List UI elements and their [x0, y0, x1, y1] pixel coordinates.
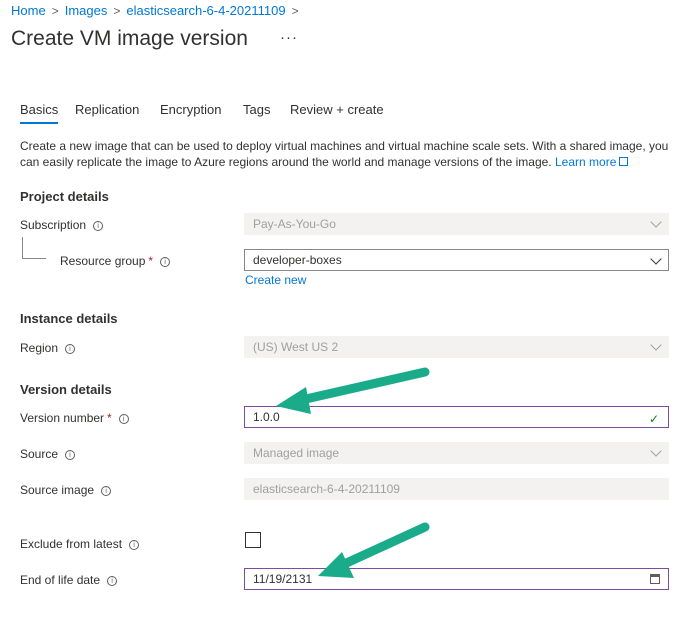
- region-dropdown[interactable]: (US) West US 2: [244, 336, 669, 358]
- info-icon[interactable]: i: [107, 576, 118, 586]
- subscription-label-text: Subscription: [20, 218, 87, 232]
- info-icon[interactable]: i: [160, 257, 171, 267]
- tab-replication[interactable]: Replication: [75, 102, 139, 117]
- info-icon[interactable]: i: [129, 540, 140, 550]
- breadcrumb-separator: >: [51, 4, 59, 18]
- breadcrumb-separator: >: [291, 4, 299, 18]
- annotation-arrows: [276, 367, 430, 578]
- tab-tags[interactable]: Tags: [243, 102, 270, 117]
- region-label-text: Region: [20, 341, 59, 355]
- info-icon[interactable]: i: [65, 344, 76, 354]
- tab-basics[interactable]: Basics: [20, 102, 59, 124]
- source-image-label: Source image i: [20, 483, 112, 497]
- create-new-link[interactable]: Create new: [245, 273, 306, 287]
- calendar-icon[interactable]: [650, 574, 660, 584]
- learn-more-link[interactable]: Learn more: [555, 155, 629, 169]
- tab-encryption[interactable]: Encryption: [160, 102, 221, 117]
- region-label: Region i: [20, 341, 76, 355]
- end-of-life-date-label-text: End of life date: [20, 573, 101, 587]
- breadcrumb-home[interactable]: Home: [11, 3, 46, 18]
- info-icon[interactable]: i: [65, 450, 76, 460]
- create-vm-image-version-page: Home > Images > elasticsearch-6-4-20211109 > …: [0, 0, 680, 617]
- subscription-dropdown[interactable]: Pay-As-You-Go: [244, 213, 669, 235]
- subscription-value: Pay-As-You-Go: [253, 217, 336, 231]
- breadcrumb-images[interactable]: Images: [65, 3, 108, 18]
- instance-details-heading: Instance details: [20, 311, 118, 326]
- source-image-value: elasticsearch-6-4-20211109: [253, 482, 400, 496]
- info-icon[interactable]: i: [93, 221, 104, 231]
- version-number-label: Version number * i: [20, 411, 129, 425]
- info-icon[interactable]: i: [101, 486, 112, 496]
- source-image-label-text: Source image: [20, 483, 95, 497]
- learn-more-label: Learn more: [555, 155, 617, 169]
- exclude-from-latest-checkbox[interactable]: [245, 532, 261, 548]
- resource-group-label: Resource group * i: [60, 254, 171, 268]
- external-link-icon: [619, 157, 629, 166]
- region-value: (US) West US 2: [253, 340, 339, 354]
- exclude-from-latest-label-text: Exclude from latest: [20, 537, 123, 551]
- resource-group-value: developer-boxes: [253, 253, 342, 267]
- exclude-from-latest-label: Exclude from latest i: [20, 537, 140, 551]
- source-dropdown[interactable]: Managed image: [244, 442, 669, 464]
- breadcrumb: Home > Images > elasticsearch-6-4-20211109 >: [11, 3, 305, 18]
- project-details-heading: Project details: [20, 189, 109, 204]
- page-title: Create VM image version: [11, 27, 248, 50]
- subscription-label: Subscription i: [20, 218, 104, 232]
- version-number-input[interactable]: 1.0.0 ✓: [244, 406, 669, 428]
- info-icon[interactable]: i: [118, 414, 129, 424]
- chevron-down-icon: [650, 253, 662, 265]
- chevron-down-icon: [650, 339, 662, 351]
- chevron-down-icon: [650, 445, 662, 457]
- version-details-heading: Version details: [20, 382, 112, 397]
- end-of-life-date-value: 11/19/2131: [253, 572, 313, 586]
- required-marker: *: [107, 411, 112, 425]
- tree-connector: [22, 237, 46, 259]
- tab-review-create[interactable]: Review + create: [290, 102, 384, 117]
- source-label-text: Source: [20, 447, 59, 461]
- version-number-label-text: Version number: [20, 411, 105, 425]
- source-image-field: elasticsearch-6-4-20211109: [244, 478, 669, 500]
- version-number-value: 1.0.0: [253, 410, 280, 424]
- description: Create a new image that can be used to d…: [20, 138, 670, 170]
- source-value: Managed image: [253, 446, 340, 460]
- resource-group-dropdown[interactable]: developer-boxes: [244, 249, 669, 271]
- source-label: Source i: [20, 447, 76, 461]
- end-of-life-date-label: End of life date i: [20, 573, 118, 587]
- checkmark-icon: ✓: [648, 412, 659, 426]
- end-of-life-date-input[interactable]: 11/19/2131: [244, 568, 669, 590]
- breadcrumb-separator: >: [113, 4, 121, 18]
- more-options-button[interactable]: ···: [280, 29, 298, 46]
- required-marker: *: [148, 254, 154, 268]
- chevron-down-icon: [650, 216, 662, 228]
- breadcrumb-current[interactable]: elasticsearch-6-4-20211109: [126, 3, 285, 18]
- resource-group-label-text: Resource group: [60, 254, 146, 268]
